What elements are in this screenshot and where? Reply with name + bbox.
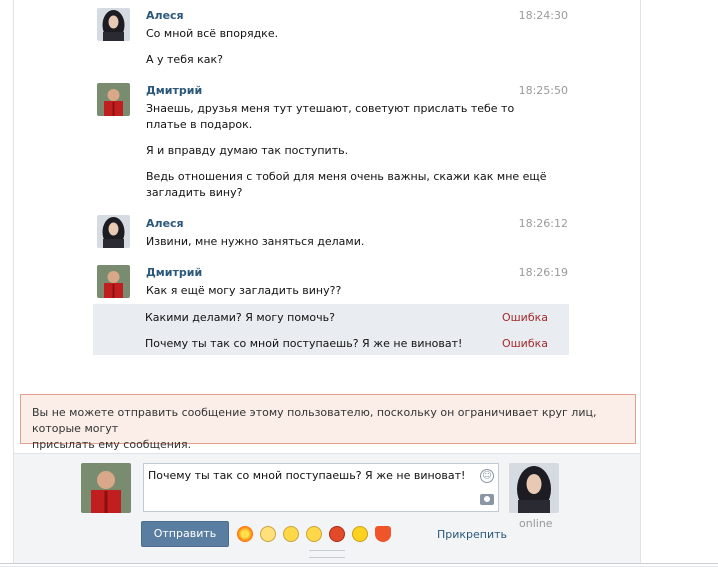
message-time[interactable]: 18:26:19	[519, 266, 568, 279]
message-text: Я и вправду думаю так поступить.	[146, 144, 349, 157]
failed-message-text: Почему ты так со мной поступаешь? Я же н…	[145, 337, 463, 350]
avatar-dmitry[interactable]	[97, 83, 130, 116]
heart-emoji-icon[interactable]	[375, 526, 391, 542]
avatar-dmitry[interactable]	[97, 265, 130, 298]
send-button[interactable]: Отправить	[141, 521, 229, 547]
warning-text-line: Вы не можете отправить сообщение этому п…	[32, 406, 597, 435]
message-time[interactable]: 18:25:50	[519, 84, 568, 97]
compose-area: Почему ты так со мной поступаешь? Я же н…	[14, 453, 640, 564]
message-input-value: Почему ты так со мной поступаешь? Я же н…	[148, 469, 466, 482]
explosion-emoji-icon[interactable]	[237, 526, 253, 542]
sender-name[interactable]: Дмитрий	[146, 84, 202, 97]
message-time[interactable]: 18:26:12	[519, 217, 568, 230]
camera-icon[interactable]	[480, 494, 494, 505]
sender-name[interactable]: Дмитрий	[146, 266, 202, 279]
message-text: Как я ещё могу загладить вину??	[146, 284, 342, 297]
sender-name[interactable]: Алеся	[146, 9, 184, 22]
recipient-avatar[interactable]	[509, 463, 559, 513]
warning-text-line: присылать ему сообщения.	[32, 438, 192, 451]
my-avatar[interactable]	[81, 463, 131, 513]
message-text: Со мной всё впорядке.	[146, 27, 279, 40]
page-bottom-border	[0, 563, 718, 564]
eyes-roll-emoji-icon[interactable]	[260, 526, 276, 542]
chick-emoji-icon[interactable]	[352, 526, 368, 542]
message-input[interactable]: Почему ты так со мной поступаешь? Я же н…	[143, 463, 499, 512]
message-text: платье в подарок.	[146, 118, 253, 131]
message-text: Ведь отношения с тобой для меня очень ва…	[146, 170, 547, 183]
error-status[interactable]: Ошибка	[502, 337, 548, 350]
grin-emoji-icon[interactable]	[283, 526, 299, 542]
angry-emoji-icon[interactable]	[329, 526, 345, 542]
recipient-online-status: online	[519, 517, 553, 530]
message-group: Дмитрий 18:25:50 Знаешь, друзья меня тут…	[97, 75, 568, 205]
sender-name[interactable]: Алеся	[146, 217, 184, 230]
send-restriction-warning: Вы не можете отправить сообщение этому п…	[20, 394, 636, 451]
smiley-icon[interactable]: ☺	[480, 469, 494, 483]
error-status[interactable]: Ошибка	[502, 311, 548, 324]
attach-link[interactable]: Прикрепить	[437, 528, 507, 541]
resize-handle[interactable]	[309, 550, 345, 558]
failed-message-text: Какими делами? Я могу помочь?	[145, 311, 335, 324]
message-text: Знаешь, друзья меня тут утешают, советую…	[146, 102, 515, 115]
failed-messages-block: Какими делами? Я могу помочь? Ошибка Поч…	[93, 304, 569, 355]
message-text: Извини, мне нужно заняться делами.	[146, 235, 365, 248]
message-text: А у тебя как?	[146, 53, 223, 66]
message-text: загладить вину?	[146, 186, 243, 199]
message-group: Дмитрий 18:26:19 Как я ещё могу загладит…	[97, 255, 568, 303]
dialog-panel: Алеся 18:24:30 Со мной всё впорядке. А у…	[13, 0, 641, 564]
message-time[interactable]: 18:24:30	[519, 9, 568, 22]
message-group: Алеся 18:26:12 Извини, мне нужно занятьс…	[97, 205, 568, 255]
tired-emoji-icon[interactable]	[306, 526, 322, 542]
avatar-alesya[interactable]	[97, 8, 130, 41]
avatar-alesya[interactable]	[97, 215, 130, 248]
message-group: Алеся 18:24:30 Со мной всё впорядке. А у…	[97, 0, 568, 75]
